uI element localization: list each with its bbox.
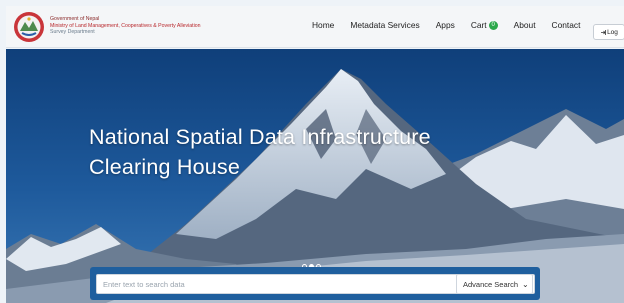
hero-banner: National Spatial Data Infrastructure Cle… [6, 49, 624, 303]
nav-contact[interactable]: Contact [552, 20, 581, 30]
nav-cart-label: Cart [470, 20, 487, 30]
chevron-down-icon: ⌄ [522, 279, 529, 289]
search-placeholder: Enter text to search data [103, 280, 185, 289]
org-line-1: Government of Nepal [50, 16, 100, 22]
login-button[interactable]: Log [593, 24, 624, 40]
nav-about[interactable]: About [514, 20, 536, 30]
login-icon [601, 29, 606, 35]
search-input[interactable]: Enter text to search data [96, 274, 516, 294]
nav-apps[interactable]: Apps [436, 20, 455, 30]
nav-home[interactable]: Home [312, 20, 334, 30]
organization-name: Government of Nepal Ministry of Land Man… [50, 16, 201, 36]
login-label: Log [607, 28, 618, 36]
app-frame: Government of Nepal Ministry of Land Man… [0, 0, 624, 303]
org-line-2: Ministry of Land Management, Cooperative… [50, 22, 201, 29]
cart-count-badge: 0 [488, 20, 498, 30]
nav-cart[interactable]: Cart 0 [471, 20, 498, 30]
org-line-3: Survey Department [50, 29, 95, 36]
hero-title-line-2: Clearing House [89, 155, 240, 179]
hero-title: National Spatial Data Infrastructure Cle… [89, 122, 431, 182]
advance-search-label: Advance Search [463, 279, 519, 289]
nav-metadata-services[interactable]: Metadata Services [350, 20, 419, 30]
site-header: Government of Nepal Ministry of Land Man… [6, 6, 624, 48]
nepal-emblem-logo[interactable] [12, 11, 46, 43]
main-nav: Home Metadata Services Apps Cart 0 About… [312, 20, 596, 30]
hero-title-line-1: National Spatial Data Infrastructure [89, 125, 431, 149]
advance-search-button[interactable]: Advance Search ⌄ [456, 274, 533, 294]
